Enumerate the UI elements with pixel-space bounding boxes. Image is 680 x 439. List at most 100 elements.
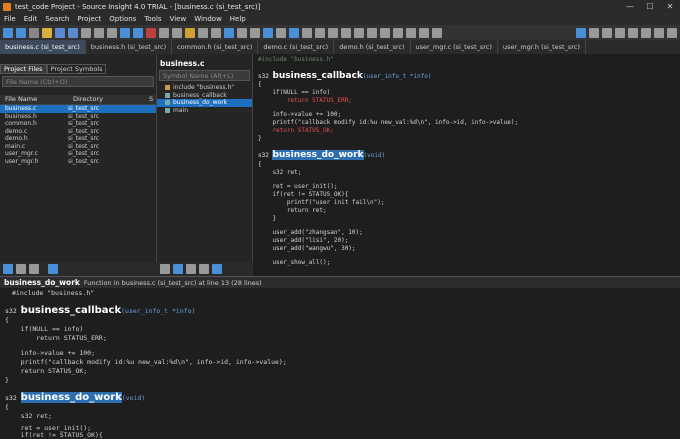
- tile-icon[interactable]: [328, 27, 338, 38]
- symbol-item-main[interactable]: main: [157, 107, 252, 115]
- code-line: user_add("zhangsan", 10);: [258, 229, 363, 236]
- paste-icon[interactable]: [107, 27, 117, 38]
- menu-tools[interactable]: Tools: [144, 15, 161, 23]
- menu-search[interactable]: Search: [45, 15, 69, 23]
- tools-icon[interactable]: [419, 27, 429, 38]
- file-row[interactable]: user_mgr.c si_test_src: [0, 150, 156, 158]
- customize-icon[interactable]: [667, 27, 677, 38]
- cut-icon[interactable]: [81, 27, 91, 38]
- tab-demo-c[interactable]: demo.c (si_test_src): [258, 40, 335, 54]
- tab-user-mgr-h[interactable]: user_mgr.h (si_test_src): [498, 40, 586, 54]
- tab-project-symbols[interactable]: Project Symbols: [46, 64, 107, 74]
- menu-help[interactable]: Help: [230, 15, 246, 23]
- minimize-icon[interactable]: —: [620, 2, 640, 11]
- code-editor[interactable]: #include "business.h" s32 business_callb…: [253, 54, 680, 276]
- clip-icon[interactable]: [302, 27, 312, 38]
- list-view-icon[interactable]: [186, 264, 196, 274]
- code-line-do-work-signature: s32 business_do_work(void): [258, 150, 386, 160]
- file-row[interactable]: common.h si_test_src: [0, 120, 156, 128]
- file-row[interactable]: user_mgr.h si_test_src: [0, 158, 156, 166]
- cascade-icon[interactable]: [341, 27, 351, 38]
- tab-common-h[interactable]: common.h (si_test_src): [172, 40, 259, 54]
- references-icon[interactable]: [211, 27, 221, 38]
- file-name-filter-input[interactable]: File Name (Ctrl+O): [2, 76, 154, 87]
- tab-demo-h[interactable]: demo.h (si_test_src): [334, 40, 411, 54]
- forward-icon[interactable]: [16, 27, 26, 38]
- layout-icon[interactable]: [276, 27, 286, 38]
- file-row[interactable]: business.h si_test_src: [0, 113, 156, 121]
- save-icon[interactable]: [55, 27, 65, 38]
- file-row[interactable]: business.c si_test_src: [0, 105, 156, 113]
- menu-options[interactable]: Options: [109, 15, 136, 23]
- browse-icon[interactable]: [289, 27, 299, 38]
- menu-project[interactable]: Project: [77, 15, 101, 23]
- sort-alpha-icon[interactable]: [160, 264, 170, 274]
- symbol-settings-icon[interactable]: [212, 264, 222, 274]
- symbol-item-business-do-work[interactable]: business_do_work: [157, 99, 252, 107]
- menu-edit[interactable]: Edit: [24, 15, 38, 23]
- col-s[interactable]: S: [144, 95, 153, 104]
- category-icon[interactable]: [173, 264, 183, 274]
- new-file-icon[interactable]: [29, 27, 39, 38]
- bookmark-icon[interactable]: [146, 27, 156, 38]
- full-screen-icon[interactable]: [354, 27, 364, 38]
- search-icon[interactable]: [159, 27, 169, 38]
- replace-icon[interactable]: [172, 27, 182, 38]
- highlight-icon[interactable]: [185, 27, 195, 38]
- sync-file-icon[interactable]: [576, 27, 586, 38]
- filter-icon[interactable]: [16, 264, 26, 274]
- file-row[interactable]: demo.c si_test_src: [0, 128, 156, 136]
- file-list-header: File Name Directory S: [0, 95, 156, 105]
- close-icon[interactable]: ✕: [660, 2, 680, 11]
- file-row[interactable]: demo.h si_test_src: [0, 135, 156, 143]
- redo-icon[interactable]: [133, 27, 143, 38]
- tools-settings-icon[interactable]: [589, 27, 599, 38]
- split-icon[interactable]: [367, 27, 377, 38]
- menu-file[interactable]: File: [4, 15, 16, 23]
- function-icon: [165, 92, 170, 98]
- macro-icon[interactable]: [432, 27, 442, 38]
- window-list-icon[interactable]: [602, 27, 612, 38]
- options-icon[interactable]: [393, 27, 403, 38]
- zoom-icon[interactable]: [380, 27, 390, 38]
- save-all-icon[interactable]: [68, 27, 78, 38]
- col-file-name[interactable]: File Name: [0, 95, 68, 104]
- context-window-header: business_do_work Function in business.c …: [0, 276, 680, 288]
- open-folder-icon[interactable]: [42, 27, 52, 38]
- code-line: return ret;: [258, 207, 327, 214]
- sync-project-icon[interactable]: [3, 264, 13, 274]
- tab-project-files[interactable]: Project Files: [0, 64, 47, 74]
- menu-window[interactable]: Window: [194, 15, 222, 23]
- symbol-window-icon[interactable]: [224, 27, 234, 38]
- symbol-name-filter-input[interactable]: Symbol Name (Alt+L): [159, 70, 250, 81]
- undo-icon[interactable]: [120, 27, 130, 38]
- help-icon[interactable]: [654, 27, 664, 38]
- list-icon[interactable]: [29, 264, 39, 274]
- context-icon[interactable]: [250, 27, 260, 38]
- tab-business-h[interactable]: business.h (si_test_src): [86, 40, 173, 54]
- tab-business-c[interactable]: business.c (si_test_src): [0, 40, 86, 54]
- col-directory[interactable]: Directory: [68, 95, 144, 104]
- settings-icon[interactable]: [48, 264, 58, 274]
- more-icon[interactable]: [641, 27, 651, 38]
- menu-view[interactable]: View: [170, 15, 187, 23]
- project-panel-toolbar: [0, 262, 157, 276]
- jump-icon[interactable]: [198, 27, 208, 38]
- back-icon[interactable]: [3, 27, 13, 38]
- maximize-icon[interactable]: ☐: [640, 2, 660, 11]
- context-window[interactable]: #include "business.h" s32 business_callb…: [0, 288, 680, 439]
- file-tab-bar: business.c (si_test_src) business.h (si_…: [0, 40, 680, 54]
- columns-icon[interactable]: [199, 264, 209, 274]
- toggle-panels-icon[interactable]: [628, 27, 638, 38]
- preferences-icon[interactable]: [406, 27, 416, 38]
- toolbar: [0, 25, 680, 40]
- relation-icon[interactable]: [237, 27, 247, 38]
- editor-layout-icon[interactable]: [615, 27, 625, 38]
- copy-icon[interactable]: [94, 27, 104, 38]
- sync-icon[interactable]: [263, 27, 273, 38]
- panel-icon[interactable]: [315, 27, 325, 38]
- symbol-item-business-callback[interactable]: business_callback: [157, 92, 252, 100]
- tab-user-mgr-c[interactable]: user_mgr.c (si_test_src): [411, 40, 498, 54]
- file-row[interactable]: main.c si_test_src: [0, 143, 156, 151]
- symbol-item-include[interactable]: include "business.h": [157, 84, 252, 92]
